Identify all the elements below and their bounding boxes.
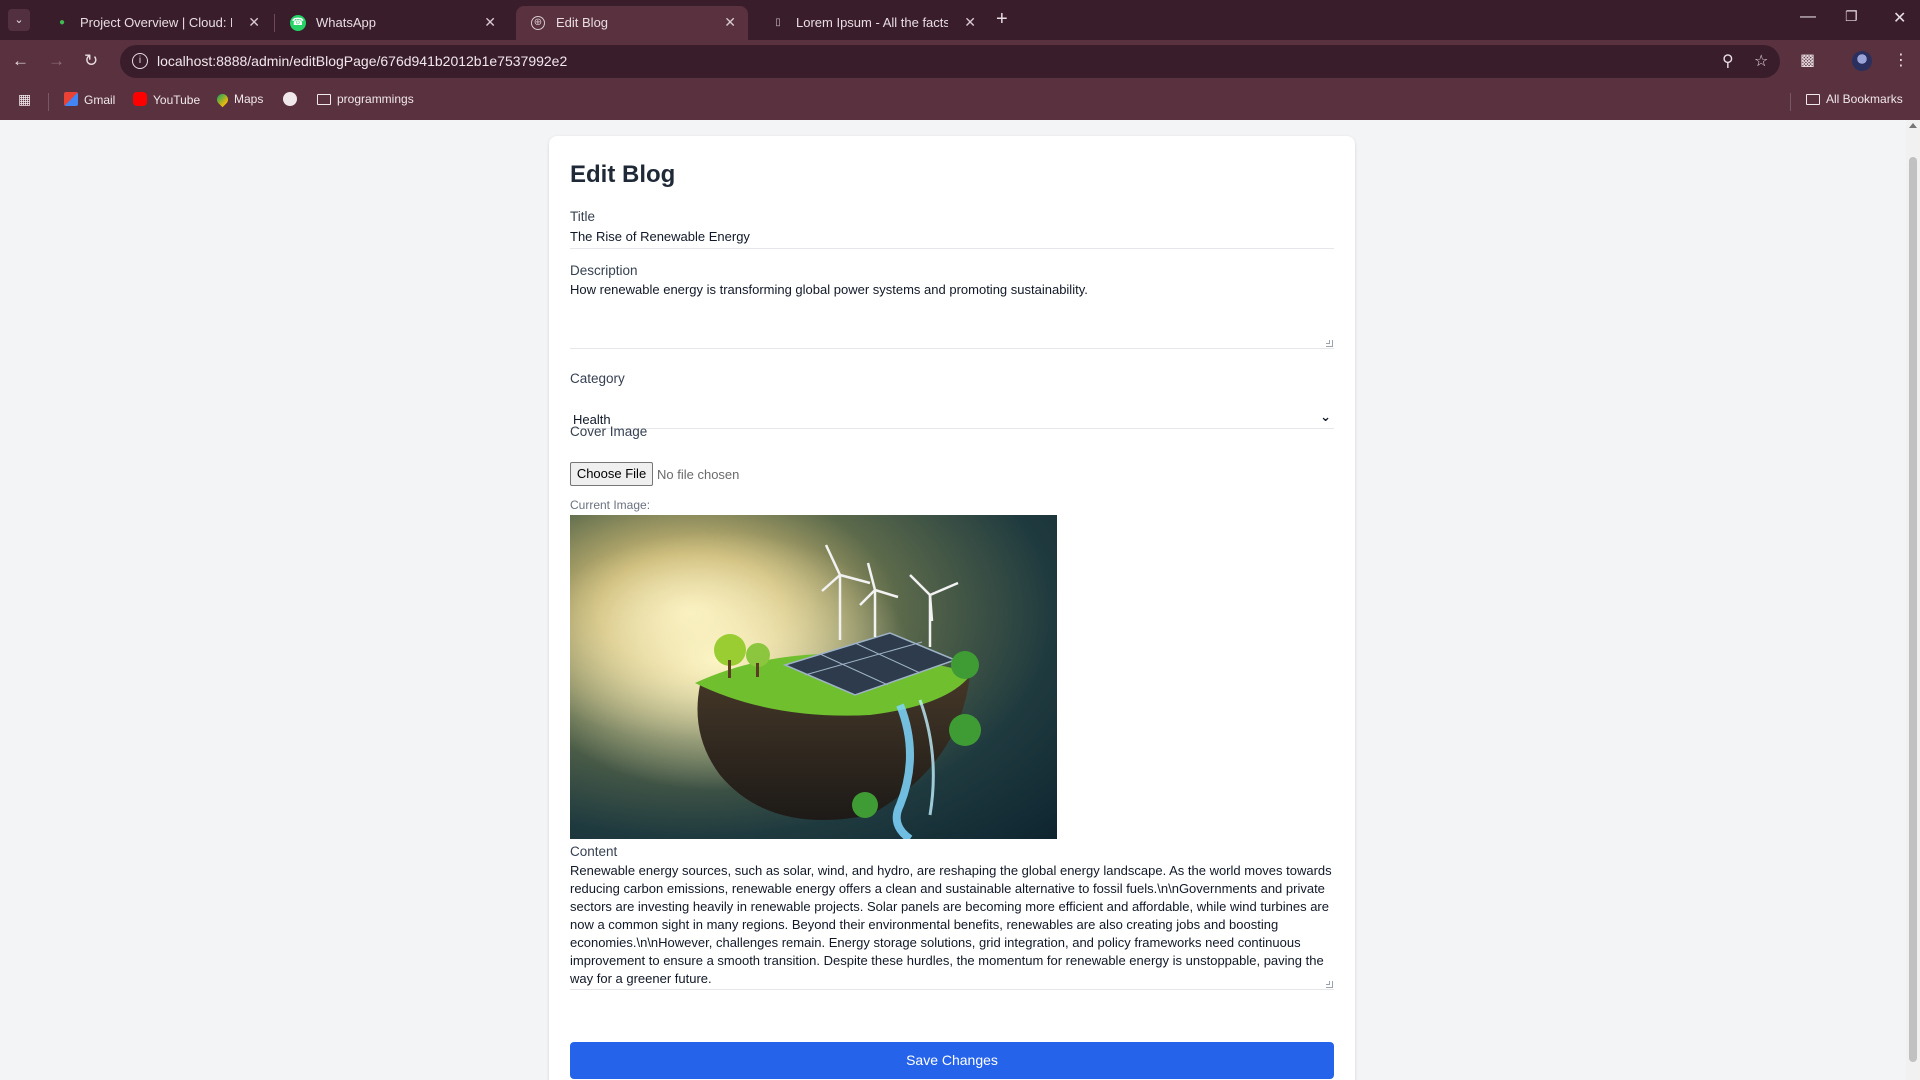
bookmark-youtube[interactable]: YouTube xyxy=(133,92,200,107)
all-bookmarks[interactable]: All Bookmarks xyxy=(1806,92,1903,106)
tab-title: Lorem Ipsum - All the facts - Lip xyxy=(796,15,948,30)
all-bookmarks-label: All Bookmarks xyxy=(1826,92,1903,106)
tab-edit-blog[interactable]: ⊕ Edit Blog ✕ xyxy=(516,6,748,40)
tab-lorem-ipsum[interactable]: ▯ Lorem Ipsum - All the facts - Lip ✕ xyxy=(756,6,988,40)
address-bar[interactable]: i localhost:8888/admin/editBlogPage/676d… xyxy=(120,45,1780,78)
tab-title: Project Overview | Cloud: Mongo xyxy=(80,15,232,30)
new-tab-button[interactable]: + xyxy=(996,8,1008,31)
bookmark-separator xyxy=(48,93,49,111)
page-title: Edit Blog xyxy=(570,161,676,188)
close-icon[interactable]: ✕ xyxy=(724,14,736,31)
profile-avatar[interactable] xyxy=(1852,51,1872,71)
current-image-label: Current Image: xyxy=(570,498,651,512)
bookmark-label: Gmail xyxy=(84,93,116,107)
minimize-icon[interactable]: — xyxy=(1800,8,1816,26)
browser-toolbar: ← → ↻ i localhost:8888/admin/editBlogPag… xyxy=(0,40,1920,83)
scroll-up-arrow-icon[interactable] xyxy=(1909,123,1917,128)
bookmark-star-icon[interactable]: ☆ xyxy=(1754,51,1768,71)
content-text: Renewable energy sources, such as solar,… xyxy=(570,863,1332,986)
description-text: How renewable energy is transforming glo… xyxy=(570,282,1088,297)
gmail-icon xyxy=(64,92,78,106)
apps-grid-icon[interactable]: ▦ xyxy=(18,91,31,108)
category-select[interactable]: Health ⌄ xyxy=(570,409,1334,429)
bookmark-label: Maps xyxy=(234,92,264,106)
more-menu-icon[interactable]: ⋮ xyxy=(1893,50,1909,70)
bookmark-folder-programmings[interactable]: programmings xyxy=(317,92,414,106)
bookmark-gmail[interactable]: Gmail xyxy=(64,92,115,107)
url-text[interactable]: localhost:8888/admin/editBlogPage/676d94… xyxy=(157,53,567,69)
close-icon[interactable]: ✕ xyxy=(248,14,260,31)
scrollbar-thumb[interactable] xyxy=(1909,157,1917,1062)
extensions-icon[interactable]: ▩ xyxy=(1800,50,1815,70)
bookmarks-bar: ▦ Gmail YouTube Maps programmings All Bo… xyxy=(0,83,1920,120)
tab-whatsapp[interactable]: ☎ WhatsApp ✕ xyxy=(276,6,508,40)
tab-title: WhatsApp xyxy=(316,15,376,30)
back-arrow-icon[interactable]: ← xyxy=(12,51,29,71)
globe-icon: ⊕ xyxy=(531,16,545,30)
leaf-icon: ● xyxy=(58,17,66,28)
tab-search-chevron-icon[interactable]: ⌄ xyxy=(8,9,30,31)
choose-file-button[interactable]: Choose File xyxy=(570,462,653,486)
folder-icon xyxy=(1806,94,1820,105)
cover-image-preview xyxy=(570,515,1057,839)
restore-icon[interactable]: ❐ xyxy=(1845,8,1858,25)
tab-title: Edit Blog xyxy=(556,15,609,30)
site-info-icon[interactable]: i xyxy=(132,53,148,69)
folder-icon xyxy=(317,94,331,105)
zoom-icon[interactable]: ⚲ xyxy=(1722,51,1734,71)
edit-blog-form: Edit Blog Title The Rise of Renewable En… xyxy=(549,136,1355,1080)
youtube-icon xyxy=(133,92,147,106)
page-viewport: Edit Blog Title The Rise of Renewable En… xyxy=(0,120,1920,1080)
resize-handle-icon[interactable] xyxy=(1326,340,1333,347)
bookmark-separator xyxy=(1790,93,1791,111)
description-label: Description xyxy=(570,263,638,278)
save-changes-button[interactable]: Save Changes xyxy=(570,1042,1334,1079)
bookmark-maps[interactable]: Maps xyxy=(214,91,264,108)
tab-project-overview[interactable]: ● Project Overview | Cloud: Mongo ✕ xyxy=(40,6,272,40)
bookmark-github[interactable] xyxy=(283,92,303,107)
description-textarea[interactable]: How renewable energy is transforming glo… xyxy=(570,281,1334,349)
close-icon[interactable]: ✕ xyxy=(964,14,976,31)
resize-handle-icon[interactable] xyxy=(1326,981,1333,988)
whatsapp-icon: ☎ xyxy=(290,15,306,31)
window-close-icon[interactable]: ✕ xyxy=(1893,8,1906,28)
close-icon[interactable]: ✕ xyxy=(484,14,496,31)
reload-icon[interactable]: ↻ xyxy=(84,51,98,71)
renewable-energy-illustration xyxy=(570,515,1057,839)
content-label: Content xyxy=(570,844,618,859)
maps-icon xyxy=(214,91,231,108)
content-textarea[interactable]: Renewable energy sources, such as solar,… xyxy=(570,862,1334,990)
category-label: Category xyxy=(570,371,625,386)
page-icon: ▯ xyxy=(775,17,781,28)
tab-separator xyxy=(274,14,275,32)
title-label: Title xyxy=(570,209,596,224)
forward-arrow-icon[interactable]: → xyxy=(48,51,65,71)
github-icon xyxy=(283,92,297,106)
browser-tab-strip: ⌄ ● Project Overview | Cloud: Mongo ✕ ☎ … xyxy=(0,0,1920,40)
bookmark-label: programmings xyxy=(337,92,414,106)
chevron-down-icon: ⌄ xyxy=(1320,409,1331,424)
bookmark-label: YouTube xyxy=(153,93,201,107)
cover-image-label: Cover Image xyxy=(570,424,648,439)
title-input[interactable]: The Rise of Renewable Energy xyxy=(570,227,1334,249)
file-status-text: No file chosen xyxy=(657,467,740,482)
page-scrollbar[interactable] xyxy=(1906,120,1920,1080)
